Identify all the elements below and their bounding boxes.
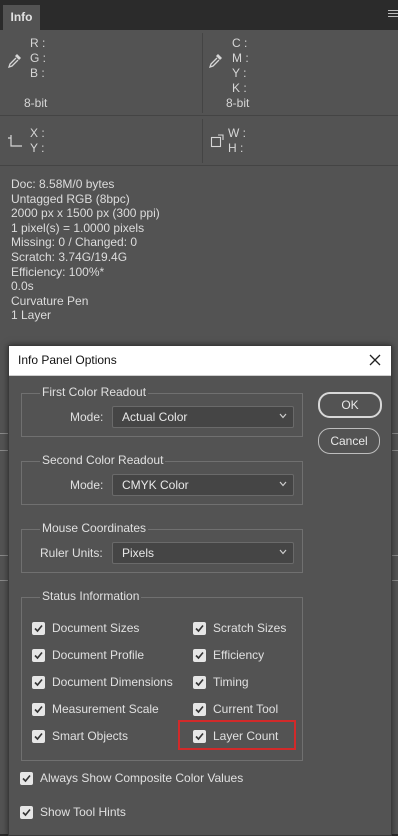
chevron-down-icon: [279, 481, 287, 487]
second-color-readout-group: Second Color Readout Mode: CMYK Color: [21, 453, 303, 505]
crosshair-icon: [8, 135, 22, 147]
check-icon: [22, 774, 31, 783]
eyedropper-icon: [8, 54, 21, 69]
x-label: X :: [30, 126, 45, 140]
status-line: 0.0s: [11, 279, 34, 294]
chevron-down-icon: [279, 413, 287, 419]
y-label: Y :: [232, 66, 247, 80]
bit-depth-right: 8-bit: [226, 96, 250, 110]
status-line: Untagged RGB (8bpc): [11, 191, 130, 206]
close-icon[interactable]: [368, 353, 382, 367]
c-label: C :: [232, 36, 248, 50]
second-color-mode-select[interactable]: CMYK Color: [112, 474, 294, 496]
check-icon: [195, 678, 204, 687]
w-label: W :: [228, 126, 246, 140]
g-label: G :: [30, 51, 47, 65]
panel-menu-icon[interactable]: [388, 10, 398, 20]
check-icon: [195, 651, 204, 660]
eyedropper-icon: [209, 54, 222, 69]
status-line: Doc: 8.58M/0 bytes: [11, 177, 115, 191]
bit-depth-left: 8-bit: [24, 96, 48, 110]
cancel-button[interactable]: Cancel: [318, 428, 380, 454]
check-icon: [195, 624, 204, 633]
panel-tab-bar: Info: [0, 0, 398, 31]
mode-label: Mode:: [70, 410, 104, 424]
first-color-readout-group: First Color Readout Mode: Actual Color: [21, 385, 303, 437]
coordinates-section: [0, 115, 398, 166]
ruler-units-label: Ruler Units:: [40, 546, 103, 560]
second-color-readout-title: Second Color Readout: [40, 453, 166, 467]
ok-button[interactable]: OK: [318, 392, 382, 418]
chevron-down-icon: [279, 549, 287, 555]
status-line: 1 Layer: [11, 308, 52, 323]
k-label: K :: [232, 81, 247, 95]
check-icon: [34, 705, 43, 714]
selection-size-icon: [210, 134, 224, 148]
tab-info[interactable]: Info: [3, 5, 40, 30]
info-panel-options-dialog: Info Panel Options First Color Readout M…: [8, 345, 392, 836]
dialog-title: Info Panel Options: [18, 353, 117, 367]
status-line: Efficiency: 100%*: [11, 264, 105, 279]
ruler-units-select[interactable]: Pixels: [112, 542, 294, 564]
y-coord-label: Y :: [30, 141, 45, 155]
mouse-coordinates-group: Mouse Coordinates Ruler Units: Pixels: [21, 521, 303, 573]
check-icon: [34, 624, 43, 633]
m-label: M :: [232, 51, 249, 65]
first-color-readout-title: First Color Readout: [40, 385, 149, 399]
dialog-title-bar: Info Panel Options: [9, 346, 391, 376]
status-info-list: Doc: 8.58M/0 bytes Untagged RGB (8bpc) 2…: [11, 177, 160, 323]
color-readout-section: [0, 30, 398, 116]
layer-count-highlight: [178, 720, 296, 750]
status-line: 1 pixel(s) = 1.0000 pixels: [11, 220, 145, 235]
check-icon: [195, 705, 204, 714]
status-line: Scratch: 3.74G/19.4G: [11, 249, 128, 264]
first-color-mode-select[interactable]: Actual Color: [112, 406, 294, 428]
b-label: B :: [30, 66, 45, 80]
check-icon: [34, 651, 43, 660]
status-line: Missing: 0 / Changed: 0: [11, 235, 138, 250]
check-icon: [22, 808, 31, 817]
h-label: H :: [228, 141, 244, 155]
r-label: R :: [30, 36, 46, 50]
mouse-coordinates-title: Mouse Coordinates: [40, 521, 149, 535]
check-icon: [34, 732, 43, 741]
status-information-title: Status Information: [40, 589, 142, 603]
mode-label: Mode:: [70, 478, 104, 492]
status-line: Curvature Pen: [11, 293, 89, 308]
check-icon: [34, 678, 43, 687]
info-panel: R : G : B : 8-bit C : M : Y : K : 8-bit …: [0, 30, 398, 330]
status-line: 2000 px x 1500 px (300 ppi): [11, 206, 160, 221]
